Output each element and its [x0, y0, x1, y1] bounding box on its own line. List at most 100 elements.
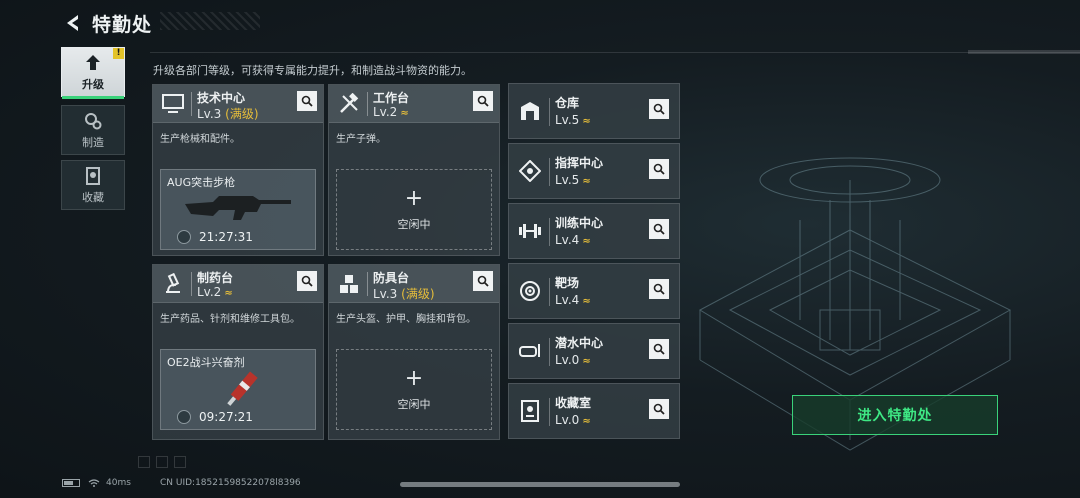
- facility-name: 训练中心: [555, 216, 604, 230]
- search-button[interactable]: [297, 91, 317, 111]
- separator: [549, 398, 550, 426]
- card-header: 工作台 Lv.2 ≈: [329, 85, 499, 123]
- tab-collection[interactable]: 收藏: [61, 160, 125, 210]
- gear-icon: [85, 112, 102, 129]
- card-title: 防具台: [373, 271, 410, 285]
- search-button[interactable]: [297, 271, 317, 291]
- dumbbell-icon: [515, 216, 545, 246]
- separator: [367, 272, 368, 296]
- upgrade-available-icon: ≈: [582, 356, 591, 367]
- card-armor-bench[interactable]: 防具台 Lv.3 (满级) 生产头盔、护甲、胸挂和背包。 + 空闲中: [328, 264, 500, 440]
- collection-icon: [515, 396, 545, 426]
- back-button[interactable]: [60, 10, 86, 36]
- facility-warehouse[interactable]: 仓库 Lv.5 ≈: [508, 83, 680, 139]
- search-icon: [301, 95, 313, 107]
- hammer-wrench-icon: [335, 90, 363, 118]
- level-text: Lv.0: [555, 353, 580, 367]
- card-header: 防具台 Lv.3 (满级): [329, 265, 499, 303]
- home-indicator[interactable]: [400, 482, 680, 487]
- card-description: 生产枪械和配件。: [160, 134, 240, 145]
- tab-upgrade-label: 升级: [82, 77, 104, 91]
- facility-collection-room[interactable]: 收藏室 Lv.0 ≈: [508, 383, 680, 439]
- add-production-slot[interactable]: + 空闲中: [336, 169, 492, 250]
- search-button[interactable]: [649, 219, 669, 239]
- max-level-text: (满级): [401, 287, 435, 301]
- facility-training-center[interactable]: 训练中心 Lv.4 ≈: [508, 203, 680, 259]
- tab-upgrade[interactable]: ! 升级: [61, 47, 125, 99]
- card-header: 制药台 Lv.2 ≈: [153, 265, 323, 303]
- tab-craft[interactable]: 制造: [61, 105, 125, 155]
- separator: [549, 338, 550, 366]
- dive-mask-icon: [515, 336, 545, 366]
- card-title: 制药台: [197, 271, 234, 285]
- production-slot[interactable]: OE2战斗兴奋剂 09:27:21: [160, 349, 316, 430]
- facility-level: Lv.4 ≈: [555, 233, 591, 247]
- page-header: 特勤处: [60, 6, 152, 40]
- command-icon: [515, 156, 545, 186]
- level-text: Lv.3: [197, 107, 222, 121]
- upgrade-available-icon: ≈: [582, 236, 591, 247]
- search-icon: [653, 103, 665, 115]
- separator: [191, 272, 192, 296]
- card-level: Lv.3 (满级): [373, 285, 435, 302]
- enter-special-ops-button[interactable]: 进入特勤处: [792, 395, 998, 435]
- card-tech-center[interactable]: 技术中心 Lv.3 (满级) 生产枪械和配件。 AUG突击步枪 21:27:31: [152, 84, 324, 256]
- facility-command-center[interactable]: 指挥中心 Lv.5 ≈: [508, 143, 680, 199]
- plus-icon: +: [404, 185, 424, 211]
- card-description: 生产子弹。: [336, 134, 386, 145]
- separator: [549, 218, 550, 246]
- timer-text: 09:27:21: [199, 410, 253, 424]
- add-production-slot[interactable]: + 空闲中: [336, 349, 492, 430]
- alert-badge: !: [113, 48, 124, 59]
- search-icon: [653, 343, 665, 355]
- card-level: Lv.2 ≈: [373, 105, 409, 119]
- idle-label: 空闲中: [397, 217, 431, 231]
- user-uid: CN UID:18521598522078l8396: [160, 478, 301, 488]
- divider: [150, 52, 1080, 53]
- card-pharmacy[interactable]: 制药台 Lv.2 ≈ 生产药品、针剂和维修工具包。 OE2战斗兴奋剂 09:27:…: [152, 264, 324, 440]
- upgrade-available-icon: ≈: [400, 108, 409, 119]
- divider-accent: [968, 50, 1080, 54]
- facility-name: 指挥中心: [555, 156, 604, 170]
- facility-level: Lv.5 ≈: [555, 173, 591, 187]
- page-title: 特勤处: [92, 13, 153, 36]
- monitor-icon: [159, 90, 187, 118]
- facility-level: Lv.0 ≈: [555, 353, 591, 367]
- search-button[interactable]: [649, 339, 669, 359]
- search-icon: [301, 275, 313, 287]
- search-icon: [653, 163, 665, 175]
- battery-icon: [62, 479, 80, 487]
- product-name: AUG突击步枪: [167, 176, 236, 189]
- collection-icon: [86, 166, 100, 185]
- card-description: 生产药品、针剂和维修工具包。: [160, 314, 300, 325]
- separator: [191, 92, 192, 116]
- facility-name: 靶场: [555, 276, 580, 290]
- search-button[interactable]: [649, 399, 669, 419]
- upgrade-available-icon: ≈: [224, 288, 233, 299]
- decorative-squares: [138, 456, 186, 468]
- separator: [549, 278, 550, 306]
- upgrade-available-icon: ≈: [582, 416, 591, 427]
- card-level: Lv.3 (满级): [197, 105, 259, 122]
- card-title: 技术中心: [197, 91, 246, 105]
- facility-shooting-range[interactable]: 靶场 Lv.4 ≈: [508, 263, 680, 319]
- rifle-image: [185, 196, 291, 220]
- search-button[interactable]: [473, 91, 493, 111]
- production-slot[interactable]: AUG突击步枪 21:27:31: [160, 169, 316, 250]
- level-text: Lv.4: [555, 233, 580, 247]
- facility-dive-center[interactable]: 潜水中心 Lv.0 ≈: [508, 323, 680, 379]
- card-workbench[interactable]: 工作台 Lv.2 ≈ 生产子弹。 + 空闲中: [328, 84, 500, 256]
- search-button[interactable]: [649, 159, 669, 179]
- card-title: 工作台: [373, 91, 410, 105]
- card-header: 技术中心 Lv.3 (满级): [153, 85, 323, 123]
- search-button[interactable]: [473, 271, 493, 291]
- search-button[interactable]: [649, 99, 669, 119]
- search-button[interactable]: [649, 279, 669, 299]
- search-icon: [477, 95, 489, 107]
- title-decoration: [160, 12, 260, 30]
- ping-text: 40ms: [106, 478, 131, 488]
- level-text: Lv.3: [373, 287, 398, 301]
- production-timer: 21:27:31: [177, 230, 253, 244]
- level-text: Lv.5: [555, 113, 580, 127]
- microscope-icon: [159, 270, 187, 298]
